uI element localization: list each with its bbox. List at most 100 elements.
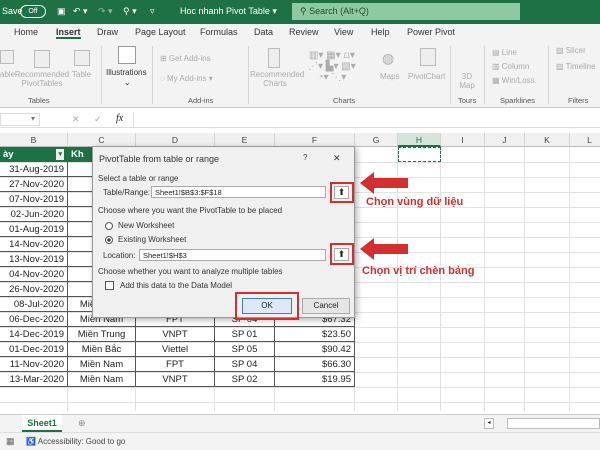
- tab-help[interactable]: Help: [371, 27, 390, 37]
- tab-view[interactable]: View: [334, 27, 353, 37]
- table-cell[interactable]: $19.95: [275, 372, 355, 387]
- data-model-checkbox[interactable]: [105, 281, 114, 290]
- header-cell-date[interactable]: ày ▾: [0, 147, 68, 162]
- column-header-B[interactable]: B: [0, 133, 68, 147]
- tab-formulas[interactable]: Formulas: [200, 27, 238, 37]
- table-cell[interactable]: Miền Bắc: [68, 342, 136, 357]
- table-cell[interactable]: Miền Trung: [68, 327, 136, 342]
- autosave-toggle[interactable]: Off: [20, 5, 46, 18]
- tab-data[interactable]: Data: [254, 27, 273, 37]
- recommended-charts-button[interactable]: Recommended Charts: [250, 70, 304, 88]
- table-cell[interactable]: 11-Nov-2020: [0, 357, 68, 372]
- redo-icon[interactable]: ↷ ▾: [98, 6, 113, 17]
- table-cell[interactable]: 04-Nov-2020: [0, 267, 68, 282]
- existing-worksheet-radio[interactable]: [105, 236, 113, 244]
- fx-icon[interactable]: fx: [116, 113, 123, 124]
- table-button[interactable]: Table: [72, 70, 91, 79]
- sheet-tab-sheet1[interactable]: Sheet1: [22, 415, 62, 432]
- table-cell[interactable]: $66.30: [275, 357, 355, 372]
- table-cell[interactable]: 13-Mar-2020: [0, 372, 68, 387]
- column-header-E[interactable]: E: [215, 133, 275, 147]
- pivotchart-button[interactable]: PivotChart: [408, 72, 445, 81]
- maps-button[interactable]: Maps: [380, 72, 400, 81]
- illustrations-button[interactable]: Illustrations: [106, 68, 146, 77]
- table-cell[interactable]: SP 04: [215, 357, 275, 372]
- table-cell[interactable]: SP 02: [215, 372, 275, 387]
- filter-dropdown-icon[interactable]: ▾: [56, 149, 64, 160]
- data-model-label[interactable]: Add this data to the Data Model: [120, 281, 232, 290]
- column-header-D[interactable]: D: [136, 133, 215, 147]
- column-header-I[interactable]: I: [441, 133, 485, 147]
- table-cell[interactable]: FPT: [136, 357, 215, 372]
- table-cell[interactable]: $23.50: [275, 327, 355, 342]
- add-sheet-icon[interactable]: ⊕: [78, 418, 86, 429]
- sparkline-column-button[interactable]: ▥ Column: [492, 62, 529, 71]
- table-cell[interactable]: 08-Jul-2020: [0, 297, 68, 312]
- tab-review[interactable]: Review: [289, 27, 319, 37]
- touch-mode-icon[interactable]: ⚲ ▾: [123, 6, 137, 17]
- table-cell[interactable]: 14-Dec-2019: [0, 327, 68, 342]
- tab-power-pivot[interactable]: Power Pivot: [407, 27, 455, 37]
- search-box[interactable]: ⚲ Search (Alt+Q): [292, 3, 520, 20]
- column-header-C[interactable]: C: [68, 133, 136, 147]
- cancel-button[interactable]: Cancel: [302, 298, 350, 314]
- table-cell[interactable]: 26-Nov-2020: [0, 282, 68, 297]
- name-box[interactable]: ▾: [0, 113, 40, 126]
- sparkline-winloss-button[interactable]: ▦ Win/Loss: [492, 76, 535, 85]
- table-cell[interactable]: Miền Nam: [68, 357, 136, 372]
- accessibility-status[interactable]: ♿ Accessibility: Good to go: [26, 437, 125, 446]
- file-name[interactable]: Hoc nhanh Pivot Table ▾: [180, 6, 277, 17]
- table-cell[interactable]: VNPT: [136, 372, 215, 387]
- help-button[interactable]: ?: [303, 153, 307, 162]
- enter-icon[interactable]: ✓: [94, 114, 102, 125]
- get-addins-button[interactable]: ⊞ Get Add-ins: [160, 54, 211, 63]
- table-cell[interactable]: Miền Nam: [68, 372, 136, 387]
- table-cell[interactable]: 06-Dec-2020: [0, 312, 68, 327]
- column-header-H[interactable]: H: [398, 133, 441, 147]
- table-cell[interactable]: 13-Nov-2019: [0, 252, 68, 267]
- table-cell[interactable]: VNPT: [136, 327, 215, 342]
- tab-page-layout[interactable]: Page Layout: [135, 27, 186, 37]
- column-header-L[interactable]: L: [570, 133, 600, 147]
- sparkline-line-button[interactable]: ▤ Line: [492, 48, 517, 57]
- column-header-J[interactable]: J: [485, 133, 525, 147]
- my-addins-button[interactable]: ◌ My Add-ins ▾: [160, 74, 213, 83]
- table-cell[interactable]: 01-Aug-2019: [0, 222, 68, 237]
- selected-cell-h3[interactable]: [398, 147, 441, 162]
- column-header-G[interactable]: G: [355, 133, 398, 147]
- cancel-icon[interactable]: ✕: [72, 114, 80, 125]
- table-cell[interactable]: 27-Nov-2020: [0, 177, 68, 192]
- table-cell[interactable]: Viettel: [136, 342, 215, 357]
- scroll-left-button[interactable]: ◂: [484, 418, 494, 429]
- table-cell[interactable]: SP 05: [215, 342, 275, 357]
- column-header-K[interactable]: K: [525, 133, 570, 147]
- table-range-input[interactable]: Sheet1!$B$3:$F$18: [151, 186, 326, 198]
- table-cell[interactable]: 07-Nov-2019: [0, 192, 68, 207]
- close-button[interactable]: ✕: [333, 153, 341, 164]
- existing-worksheet-label[interactable]: Existing Worksheet: [118, 235, 186, 244]
- slicer-button[interactable]: ▨ Slicer: [556, 46, 586, 55]
- new-worksheet-label[interactable]: New Worksheet: [118, 221, 174, 230]
- chart-types-icons[interactable]: ▥▾ ▦▾ ⩍▾ ⋰▾ ▙▾ ▧▾ ◔▾ ⋱▾: [308, 50, 356, 83]
- table-cell[interactable]: SP 01: [215, 327, 275, 342]
- pivottable-button[interactable]: able: [0, 70, 15, 79]
- horizontal-scrollbar[interactable]: [507, 418, 600, 429]
- location-input[interactable]: Sheet1!$H$3: [139, 249, 326, 261]
- recommended-pivottables-button[interactable]: Recommended PivotTables: [14, 70, 70, 88]
- table-cell[interactable]: $90.42: [275, 342, 355, 357]
- customize-qat-icon[interactable]: ▿: [150, 6, 155, 17]
- timeline-button[interactable]: ▨ Timeline: [556, 62, 596, 71]
- table-cell[interactable]: 02-Jun-2020: [0, 207, 68, 222]
- table-cell[interactable]: 01-Dec-2019: [0, 342, 68, 357]
- undo-icon[interactable]: ↶ ▾: [73, 6, 88, 17]
- tab-draw[interactable]: Draw: [97, 27, 118, 37]
- 3d-map-button[interactable]: 3D Map: [458, 72, 476, 90]
- tab-insert[interactable]: Insert: [56, 27, 81, 39]
- tab-home[interactable]: Home: [14, 27, 38, 37]
- table-cell[interactable]: 31-Aug-2019: [0, 162, 68, 177]
- column-header-F[interactable]: F: [275, 133, 355, 147]
- new-worksheet-radio[interactable]: [105, 222, 113, 230]
- table-cell[interactable]: 14-Nov-2020: [0, 237, 68, 252]
- save-icon[interactable]: ▣: [57, 6, 66, 17]
- formula-input[interactable]: [133, 112, 600, 127]
